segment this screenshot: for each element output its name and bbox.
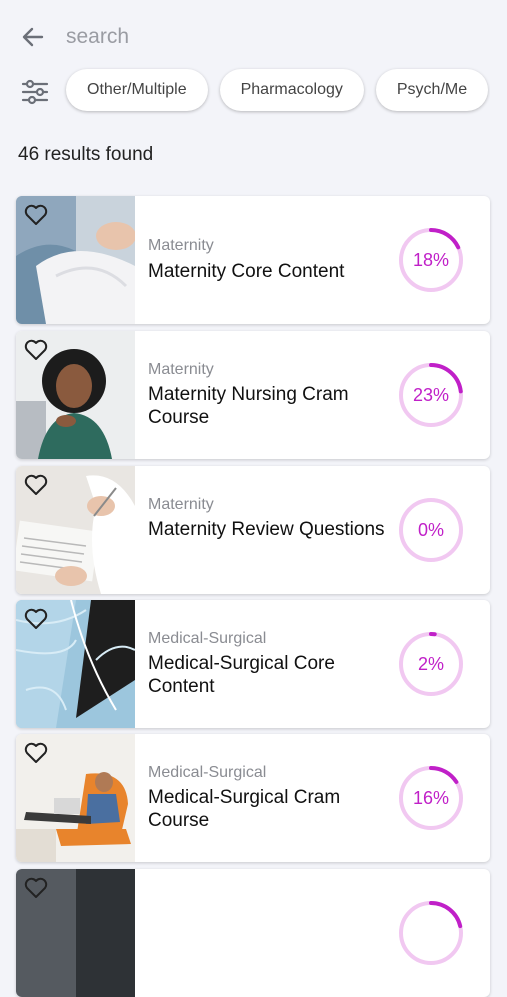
course-card[interactable]: Medical-Surgical Medical-Surgical Cram C… — [16, 734, 490, 862]
results-count: 46 results found — [18, 144, 154, 165]
course-category: Maternity — [148, 361, 214, 378]
search-input[interactable] — [66, 20, 466, 54]
course-category: Maternity — [148, 237, 214, 254]
progress-percent: 16% — [412, 787, 450, 808]
course-card[interactable] — [16, 869, 490, 997]
heart-icon[interactable] — [24, 877, 48, 899]
course-title: Medical-Surgical Cram Course — [148, 787, 341, 831]
course-card[interactable]: Medical-Surgical Medical-Surgical Core C… — [16, 600, 490, 728]
course-category: Maternity — [148, 496, 214, 513]
progress-ring — [399, 901, 463, 965]
course-title: Maternity Nursing Cram Course — [148, 384, 349, 428]
heart-icon[interactable] — [24, 339, 48, 361]
progress-percent: 2% — [417, 653, 444, 674]
course-category: Medical-Surgical — [148, 630, 267, 647]
filter-chip-psych[interactable]: Psych/Me — [375, 69, 489, 111]
course-title: Medical-Surgical Core Content — [148, 653, 335, 697]
sliders-icon[interactable] — [20, 77, 50, 107]
heart-icon[interactable] — [24, 742, 48, 764]
top-bar — [0, 0, 507, 70]
filter-chip-pharmacology[interactable]: Pharmacology — [219, 69, 364, 111]
heart-icon[interactable] — [24, 608, 48, 630]
course-card[interactable]: Maternity Maternity Review Questions 0% — [16, 466, 490, 594]
progress-percent: 18% — [412, 249, 450, 270]
course-title: Maternity Core Content — [148, 261, 345, 282]
filter-chip-other-multiple[interactable]: Other/Multiple — [66, 69, 208, 111]
filter-chip-row: Other/Multiple Pharmacology Psych/Me — [66, 69, 489, 111]
course-category: Medical-Surgical — [148, 764, 267, 781]
filter-bar: Other/Multiple Pharmacology Psych/Me — [0, 66, 490, 116]
course-card[interactable]: Maternity Maternity Core Content 18% — [16, 196, 490, 324]
course-card[interactable]: Maternity Maternity Nursing Cram Course … — [16, 331, 490, 459]
progress-percent: 0% — [417, 519, 444, 540]
progress-percent: 23% — [412, 384, 450, 405]
heart-icon[interactable] — [24, 204, 48, 226]
heart-icon[interactable] — [24, 474, 48, 496]
back-arrow-icon[interactable] — [18, 22, 48, 52]
course-title: Maternity Review Questions — [148, 519, 385, 540]
